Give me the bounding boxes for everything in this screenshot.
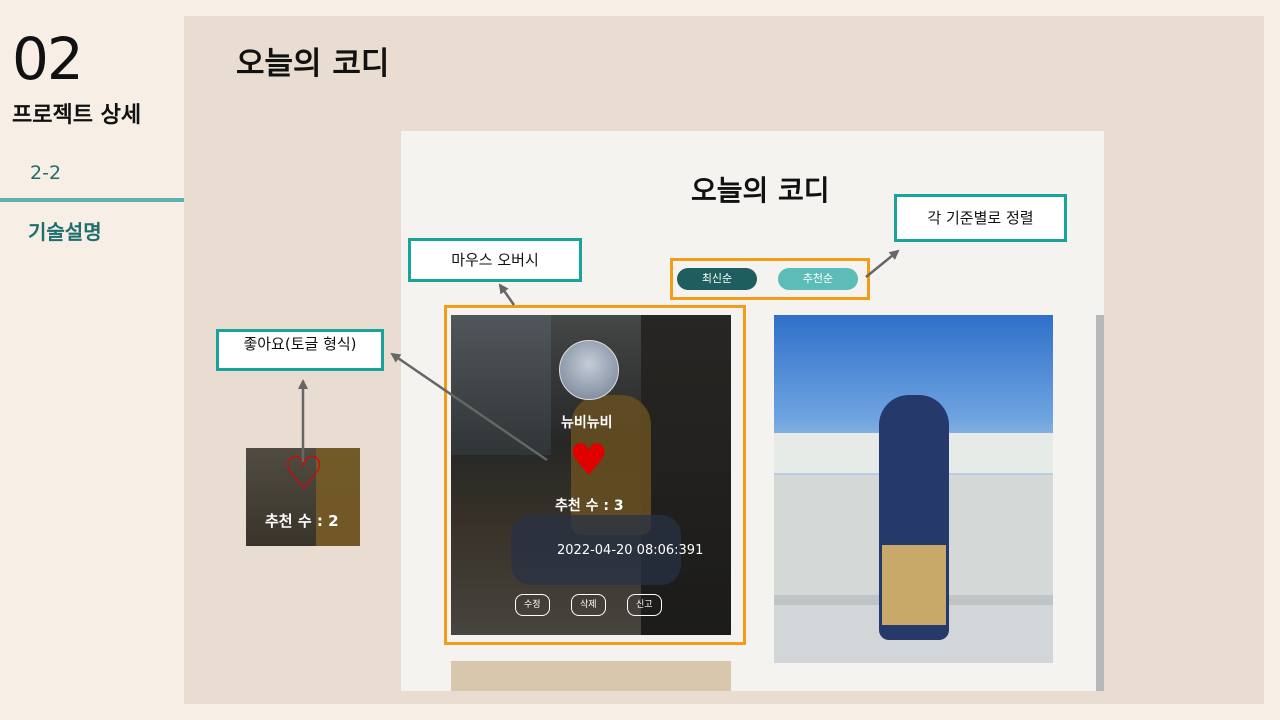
arrow-like-card [390, 352, 548, 462]
arrow-mouse-hover [498, 283, 516, 306]
arrow-sort [865, 249, 900, 278]
callout-arrows [298, 249, 900, 462]
